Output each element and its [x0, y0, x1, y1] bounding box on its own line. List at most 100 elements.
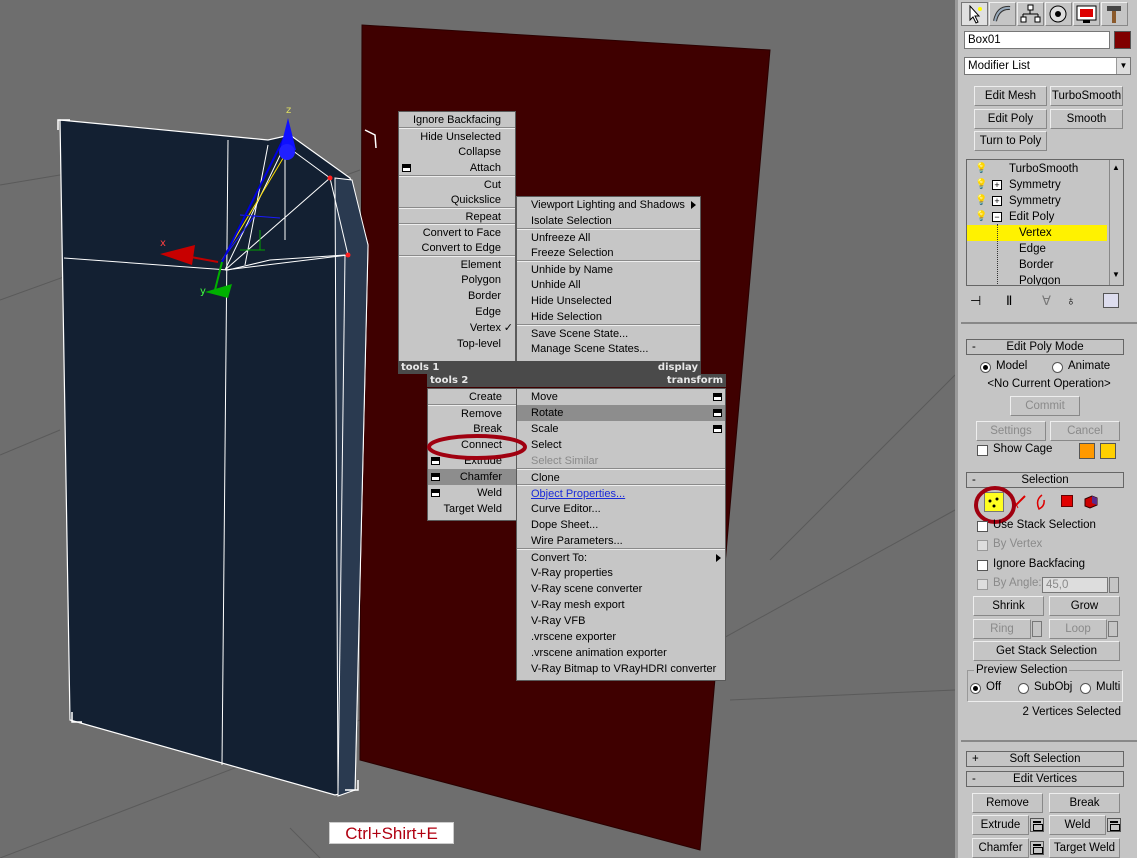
preview-multi-radio[interactable] [1080, 683, 1091, 694]
menu-remove[interactable]: Remove [428, 405, 516, 421]
stack-item-turbosmooth[interactable]: 💡 TurboSmooth [967, 161, 1107, 177]
stack-scrollbar[interactable] [1109, 160, 1123, 285]
cancel-button[interactable]: Cancel [1050, 421, 1120, 441]
menu-border[interactable]: Border [399, 288, 515, 304]
menu-hide-unselected[interactable]: Hide Unselected [399, 128, 515, 144]
menu-curve-editor[interactable]: Curve Editor... [517, 501, 725, 517]
extrude-settings-icon[interactable] [1030, 818, 1044, 832]
loop-spinner[interactable] [1108, 621, 1118, 637]
modifier-list-dropdown[interactable]: Modifier List ▼ [964, 57, 1131, 75]
preview-subobj-radio[interactable] [1018, 683, 1029, 694]
break-button[interactable]: Break [1049, 793, 1120, 813]
expand-plus-icon[interactable]: + [992, 196, 1002, 206]
modify-tab[interactable] [989, 2, 1016, 26]
weld-settings-icon[interactable] [1107, 818, 1121, 832]
ring-spinner[interactable] [1032, 621, 1042, 637]
settings-box-icon[interactable] [402, 164, 411, 172]
menu-vray-vfb[interactable]: V-Ray VFB [517, 613, 725, 629]
menu-edge[interactable]: Edge [399, 304, 515, 320]
stack-subitem-polygon[interactable]: Polygon [967, 273, 1107, 285]
menu-freeze-selection[interactable]: Freeze Selection [517, 245, 700, 261]
menu-repeat[interactable]: Repeat [399, 208, 515, 224]
model-radio[interactable] [980, 362, 991, 373]
expand-plus-icon[interactable]: + [992, 180, 1002, 190]
chamfer-settings-icon[interactable] [1030, 841, 1044, 855]
lightbulb-icon[interactable]: 💡 [975, 161, 987, 177]
menu-ignore-backfacing[interactable]: Ignore Backfacing [399, 112, 515, 128]
target-weld-button[interactable]: Target Weld [1049, 838, 1120, 858]
menu-polygon[interactable]: Polygon [399, 272, 515, 288]
make-unique-icon[interactable]: ∀ [1042, 293, 1051, 309]
shrink-button[interactable]: Shrink [973, 596, 1044, 616]
grow-button[interactable]: Grow [1049, 596, 1120, 616]
chevron-down-icon[interactable]: ▼ [1116, 58, 1130, 74]
cage-color-swatch[interactable] [1079, 443, 1095, 459]
menu-convert-to-face[interactable]: Convert to Face [399, 224, 515, 240]
menu-create[interactable]: Create [428, 389, 516, 405]
settings-box-icon[interactable] [713, 393, 722, 401]
menu-unhide-all[interactable]: Unhide All [517, 277, 700, 293]
menu-chamfer[interactable]: Chamfer [428, 469, 516, 485]
menu-hide-unselected-display[interactable]: Hide Unselected [517, 293, 700, 309]
pin-stack-icon[interactable]: ⊣ [970, 293, 981, 309]
cage-selected-color-swatch[interactable] [1100, 443, 1116, 459]
display-tab[interactable] [1073, 2, 1100, 26]
border-mode-icon[interactable] [1033, 492, 1051, 512]
menu-vertex[interactable]: Vertex ✓ [399, 320, 515, 336]
lightbulb-icon[interactable]: 💡 [975, 193, 987, 209]
remove-modifier-icon[interactable]: ♁ [1066, 293, 1076, 308]
menu-weld[interactable]: Weld [428, 485, 516, 501]
menu-isolate-selection[interactable]: Isolate Selection [517, 213, 700, 229]
create-tab[interactable] [961, 2, 988, 26]
menu-manage-scene-states[interactable]: Manage Scene States... [517, 341, 700, 357]
edit-poly-button[interactable]: Edit Poly [974, 109, 1047, 129]
lightbulb-icon[interactable]: 💡 [975, 209, 987, 225]
show-cage-checkbox[interactable] [977, 445, 988, 456]
menu-vrscene-animation-exporter[interactable]: .vrscene animation exporter [517, 645, 725, 661]
object-color-swatch[interactable] [1114, 31, 1131, 49]
scroll-down-icon[interactable]: ▼ [1112, 270, 1120, 279]
menu-top-level[interactable]: Top-level [399, 336, 515, 352]
ignore-backfacing-checkbox[interactable] [977, 560, 988, 571]
menu-wire-parameters[interactable]: Wire Parameters... [517, 533, 725, 549]
by-angle-spinner[interactable] [1109, 577, 1119, 593]
use-stack-selection-checkbox[interactable] [977, 521, 988, 532]
turbosmooth-button[interactable]: TurboSmooth [1050, 86, 1123, 106]
menu-unhide-by-name[interactable]: Unhide by Name [517, 261, 700, 277]
smooth-button[interactable]: Smooth [1050, 109, 1123, 129]
polygon-mode-icon[interactable] [1061, 495, 1073, 507]
scroll-up-icon[interactable]: ▲ [1112, 163, 1120, 172]
menu-clone[interactable]: Clone [517, 469, 725, 485]
collapse-minus-icon[interactable]: − [992, 212, 1002, 222]
menu-move[interactable]: Move [517, 389, 725, 405]
menu-vray-mesh-export[interactable]: V-Ray mesh export [517, 597, 725, 613]
object-name-field[interactable]: Box01 [964, 31, 1110, 49]
element-mode-icon[interactable] [1082, 492, 1100, 510]
chamfer-button[interactable]: Chamfer [972, 838, 1029, 858]
commit-button[interactable]: Commit [1010, 396, 1080, 416]
rollout-edit-vertices[interactable]: - Edit Vertices [966, 771, 1124, 787]
by-angle-checkbox[interactable] [977, 579, 988, 590]
stack-subitem-edge[interactable]: Edge [967, 241, 1107, 257]
rollout-soft-selection[interactable]: + Soft Selection [966, 751, 1124, 767]
menu-unfreeze-all[interactable]: Unfreeze All [517, 229, 700, 245]
menu-rotate[interactable]: Rotate [517, 405, 725, 421]
preview-off-radio[interactable] [970, 683, 981, 694]
stack-subitem-vertex[interactable]: Vertex [967, 225, 1107, 241]
extrude-button[interactable]: Extrude [972, 815, 1029, 835]
menu-save-scene-state[interactable]: Save Scene State... [517, 325, 700, 341]
menu-target-weld[interactable]: Target Weld [428, 501, 516, 517]
menu-vray-properties[interactable]: V-Ray properties [517, 565, 725, 581]
menu-viewport-lighting[interactable]: Viewport Lighting and Shadows [517, 197, 700, 213]
settings-box-icon[interactable] [431, 473, 440, 481]
menu-element[interactable]: Element [399, 256, 515, 272]
menu-vray-bitmap-converter[interactable]: V-Ray Bitmap to VRayHDRI converter [517, 661, 725, 677]
by-vertex-checkbox[interactable] [977, 540, 988, 551]
motion-tab[interactable] [1045, 2, 1072, 26]
menu-vrscene-exporter[interactable]: .vrscene exporter [517, 629, 725, 645]
utilities-tab[interactable] [1101, 2, 1128, 26]
menu-attach[interactable]: Attach [399, 160, 515, 176]
menu-convert-to[interactable]: Convert To: [517, 549, 725, 565]
stack-item-symmetry-2[interactable]: 💡 + Symmetry [967, 193, 1107, 209]
menu-dope-sheet[interactable]: Dope Sheet... [517, 517, 725, 533]
